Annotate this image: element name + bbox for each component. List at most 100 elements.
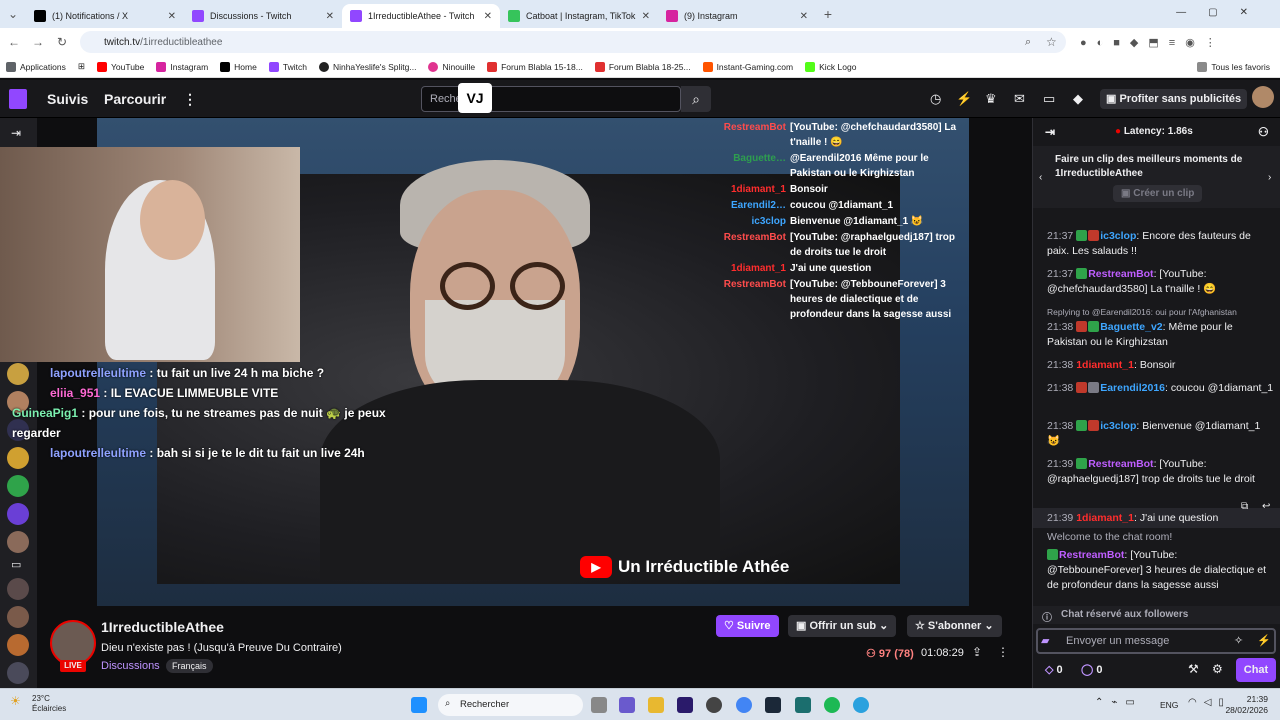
nav-browse[interactable]: Parcourir	[104, 91, 166, 107]
channel-avatar[interactable]	[7, 606, 29, 628]
tab-list-icon[interactable]: ⌄	[0, 7, 26, 21]
twitch-logo-icon[interactable]	[9, 89, 27, 109]
chevron-left-icon[interactable]: ‹	[1039, 172, 1042, 183]
whispers-icon[interactable]: ▭	[1043, 91, 1055, 107]
weather-widget[interactable]: ☀ 23°C Éclaircies	[10, 694, 66, 714]
zoom-icon[interactable]: ⌕	[1025, 36, 1031, 49]
bookmark-item[interactable]: YouTube	[91, 61, 150, 72]
channel-avatar[interactable]	[7, 662, 29, 684]
bits-icon[interactable]: ◆	[1073, 91, 1083, 107]
chat-username[interactable]: RestreamBot	[1088, 458, 1153, 470]
turbo-emote-icon[interactable]: ⚡	[1257, 634, 1271, 647]
channel-points-balance[interactable]: ◯ 0	[1081, 663, 1103, 676]
gift-sub-button[interactable]: ▣ Offrir un sub ⌄	[788, 615, 897, 637]
inbox-icon[interactable]: ✉	[1014, 91, 1025, 107]
extensions-icons[interactable]: ●◐■◆⬒≡◉⋮	[1080, 36, 1226, 49]
channel-avatar[interactable]	[7, 578, 29, 600]
stream-category[interactable]: Discussions	[101, 660, 160, 672]
system-tray-icons[interactable]: ⌃⌁▭	[1095, 697, 1143, 708]
close-tab-icon[interactable]: ✕	[168, 11, 176, 22]
bookmark-item[interactable]: Home	[214, 61, 263, 72]
channel-name[interactable]: 1IrreductibleAthee	[101, 619, 224, 635]
discord-icon[interactable]	[706, 697, 722, 713]
channel-points-icon[interactable]: ▰	[1041, 634, 1049, 647]
user-avatar[interactable]	[1252, 86, 1274, 108]
emote-picker-icon[interactable]: ✧	[1234, 634, 1243, 647]
all-bookmarks[interactable]: Tous les favoris	[1191, 61, 1276, 72]
steam-icon[interactable]	[765, 697, 781, 713]
chevron-right-icon[interactable]: ›	[1268, 172, 1271, 183]
bookmark-item[interactable]: NinhaYeslife's Splitg...	[313, 61, 423, 72]
browser-tab[interactable]: Discussions - Twitch ✕	[184, 4, 342, 28]
collapse-chat-icon[interactable]: ⇥	[1045, 125, 1055, 139]
bookmark-item[interactable]: Applications	[0, 61, 72, 72]
browser-tab[interactable]: Catboat | Instagram, TikTok, Tw✕	[500, 4, 658, 28]
chat-username[interactable]: RestreamBot	[1088, 268, 1153, 280]
copy-message-icon[interactable]: ⧉	[1241, 501, 1248, 512]
app-icon[interactable]	[795, 697, 811, 713]
close-tab-icon[interactable]: ✕	[326, 11, 334, 22]
bits-balance[interactable]: ◇ 0	[1045, 663, 1063, 676]
taskbar-search[interactable]: ⌕ Rechercher	[438, 694, 583, 716]
channel-avatar[interactable]	[7, 531, 29, 553]
subscribe-button[interactable]: ☆ S'abonner ⌄	[907, 615, 1002, 637]
chat-username[interactable]: Earendil2016	[1100, 382, 1165, 394]
reply-icon[interactable]: ↩	[1262, 501, 1270, 512]
nav-following[interactable]: Suivis	[47, 91, 88, 107]
bookmark-item[interactable]: Kick Logo	[799, 61, 862, 72]
task-view-icon[interactable]	[591, 697, 607, 713]
channel-avatar[interactable]	[7, 503, 29, 525]
forward-icon[interactable]: →	[26, 35, 50, 49]
grid-icon[interactable]: ⊞	[72, 61, 91, 72]
close-tab-icon[interactable]: ✕	[484, 11, 492, 22]
close-tab-icon[interactable]: ✕	[800, 11, 808, 22]
channel-avatar[interactable]	[7, 634, 29, 656]
language-tag[interactable]: Français	[166, 659, 213, 673]
bookmark-item[interactable]: Forum Blabla 18-25...	[589, 61, 697, 72]
new-tab-button[interactable]: +	[816, 6, 840, 22]
search-icon[interactable]: ⌕	[681, 86, 711, 112]
vj-extension-icon[interactable]: VJ	[458, 83, 492, 113]
url-field[interactable]: twitch.tv/1irreductibleathee	[80, 31, 1066, 53]
bookmark-item[interactable]: Instagram	[150, 61, 214, 72]
ad-free-button[interactable]: ▣ Profiter sans publicités	[1100, 89, 1248, 109]
browser-tab-active[interactable]: 1IrreductibleAthee - Twitch ✕	[342, 4, 500, 28]
chat-username[interactable]: ic3clop	[1100, 230, 1136, 242]
create-clip-button[interactable]: ▣ Créer un clip	[1113, 185, 1203, 202]
windows-start-icon[interactable]	[411, 697, 427, 713]
folder-icon[interactable]	[648, 697, 664, 713]
back-icon[interactable]: ←	[2, 35, 26, 49]
bookmark-item[interactable]: Forum Blabla 15-18...	[481, 61, 589, 72]
channel-avatar[interactable]	[7, 475, 29, 497]
chat-username[interactable]: 1diamant_1	[1076, 359, 1134, 371]
reload-icon[interactable]: ↻	[50, 35, 74, 49]
turbo-icon[interactable]: ⚡	[956, 91, 972, 107]
prime-icon[interactable]: ◷	[930, 91, 941, 107]
more-icon[interactable]: ⋮	[183, 91, 197, 108]
chat-username[interactable]: 1diamant_1	[1076, 512, 1134, 524]
chat-send-button[interactable]: Chat	[1236, 658, 1276, 682]
spotify-icon[interactable]	[824, 697, 840, 713]
bookmark-item[interactable]: Instant-Gaming.com	[697, 61, 800, 72]
expand-sidebar-icon[interactable]: ⇥	[11, 126, 21, 140]
clock[interactable]: 21:39 28/02/2026	[1222, 694, 1268, 716]
share-icon[interactable]: ⇪	[972, 645, 982, 659]
close-tab-icon[interactable]: ✕	[642, 11, 650, 22]
video-icon[interactable]: ▭	[11, 558, 21, 571]
crown-icon[interactable]: ♛	[985, 91, 997, 107]
chat-settings-icon[interactable]: ⚙	[1212, 662, 1223, 676]
chat-username[interactable]: ic3clop	[1100, 420, 1136, 432]
mod-tools-icon[interactable]: ⚒	[1188, 662, 1199, 676]
chat-username[interactable]: RestreamBot	[1059, 549, 1124, 561]
store-icon[interactable]	[619, 697, 635, 713]
bookmark-item[interactable]: Twitch	[263, 61, 313, 72]
bookmark-item[interactable]: Ninouille	[422, 61, 481, 72]
bookmark-star-icon[interactable]: ☆	[1046, 35, 1057, 49]
chat-username[interactable]: Baguette_v2	[1100, 321, 1162, 333]
follow-button[interactable]: ♡ Suivre	[716, 615, 779, 637]
users-icon[interactable]: ⚇	[1258, 125, 1269, 139]
telegram-icon[interactable]	[853, 697, 869, 713]
chat-reply-context[interactable]: Replying to @Earendil2016: oui pour l'Af…	[1047, 305, 1275, 320]
premiere-icon[interactable]	[677, 697, 693, 713]
browser-tab[interactable]: (9) Instagram ✕	[658, 4, 816, 28]
